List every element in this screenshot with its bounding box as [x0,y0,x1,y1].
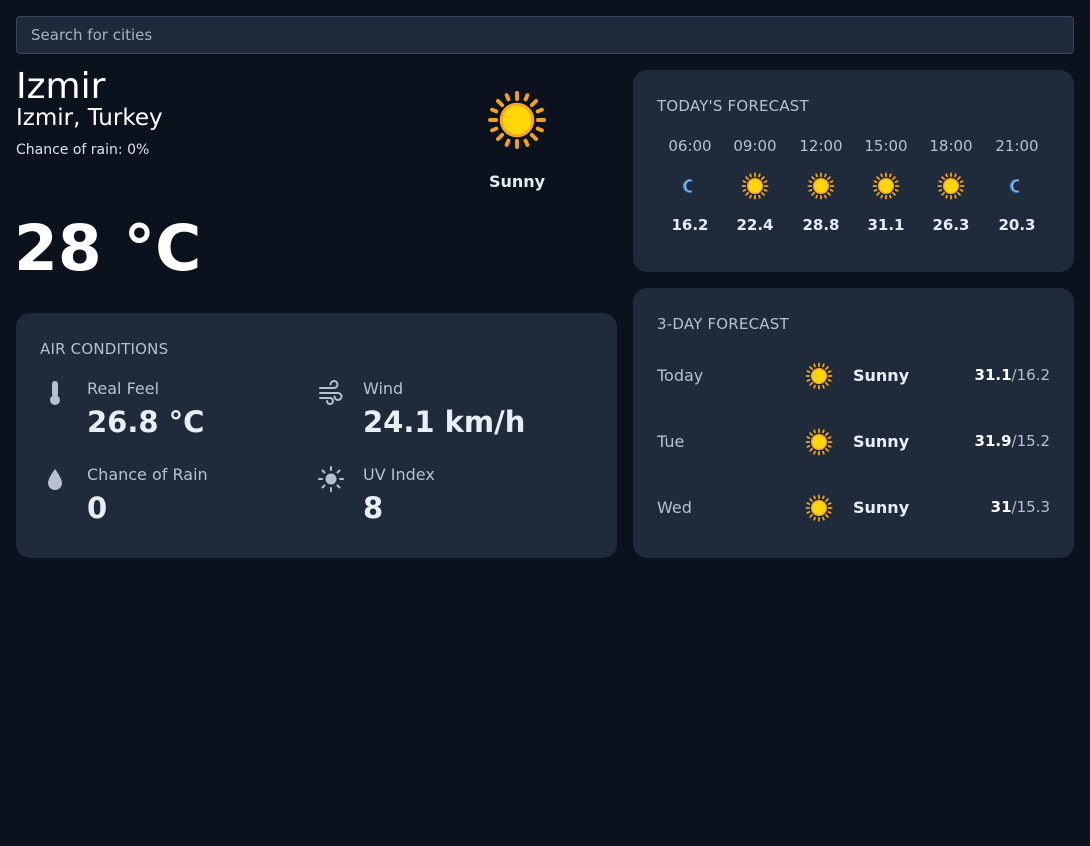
hour-temp: 20.3 [998,216,1036,234]
search-input[interactable] [29,25,1061,45]
thermometer-icon [50,381,60,405]
hour-time: 21:00 [995,137,1039,155]
uv-index-value: 8 [363,491,384,525]
hour-time: 12:00 [799,137,843,155]
hour-temp: 31.1 [867,216,905,234]
sun-icon [805,428,833,456]
hourly-forecast-item: 18:00 26.3 [921,136,981,234]
day-max-temp: 31.9 [974,432,1012,450]
city-location: Izmir, Turkey [16,105,163,131]
uv-index-label: UV Index [363,465,435,484]
todays-forecast-card: TODAY'S FORECAST 06:00 16.2 09:00 22.4 1… [633,70,1074,272]
daily-forecast-row: Wed Sunny 31/15.3 [633,492,1074,524]
sun-icon [807,172,835,200]
hour-time: 15:00 [864,137,908,155]
hourly-forecast-item: 15:00 31.1 [856,136,916,234]
daily-forecast-row: Tue Sunny 31.9/15.2 [633,426,1074,458]
day-name: Tue [657,432,685,451]
hour-temp: 28.8 [802,216,840,234]
air-conditions-title: AIR CONDITIONS [40,340,169,358]
moon-icon [1003,172,1031,200]
hourly-forecast-item: 21:00 20.3 [987,136,1047,234]
three-day-forecast-title: 3-DAY FORECAST [657,315,789,333]
day-min-temp: /15.3 [1011,498,1050,516]
chance-of-rain-label: Chance of Rain [87,465,208,484]
current-condition: Sunny [488,172,546,191]
real-feel-value: 26.8 °C [87,405,205,439]
wind-label: Wind [363,379,404,398]
day-temperatures: 31/15.3 [991,498,1050,516]
day-name: Wed [657,498,692,517]
day-max-temp: 31.1 [974,366,1012,384]
day-min-temp: /16.2 [1011,366,1050,384]
day-condition: Sunny [853,432,910,451]
sun-icon [805,362,833,390]
sun-icon [741,172,769,200]
sun-icon [805,494,833,522]
hourly-forecast-item: 06:00 16.2 [660,136,720,234]
sun-icon [872,172,900,200]
hour-time: 18:00 [929,137,973,155]
hour-time: 06:00 [668,137,712,155]
hourly-forecast-item: 09:00 22.4 [725,136,785,234]
hour-temp: 22.4 [736,216,774,234]
day-temperatures: 31.9/15.2 [975,432,1050,450]
city-name: Izmir [16,66,106,107]
air-conditions-card: AIR CONDITIONS Real Feel 26.8 °C Wind 24… [16,313,617,558]
day-temperatures: 31.1/16.2 [975,366,1050,384]
chance-of-rain-text: Chance of rain: 0% [16,142,150,158]
day-condition: Sunny [853,498,910,517]
day-condition: Sunny [853,366,910,385]
current-temperature: 28 °C [14,212,202,285]
sun-icon [487,90,547,150]
hour-time: 09:00 [733,137,777,155]
daily-forecast-row: Today Sunny 31.1/16.2 [633,360,1074,392]
search-bar[interactable] [16,16,1074,54]
real-feel-label: Real Feel [87,379,160,398]
hourly-forecast-item: 12:00 28.8 [791,136,851,234]
uv-sun-icon [318,466,344,492]
day-max-temp: 31 [990,498,1012,516]
hour-temp: 16.2 [671,216,709,234]
wind-icon [319,380,343,405]
day-min-temp: /15.2 [1011,432,1050,450]
three-day-forecast-card: 3-DAY FORECAST Today Sunny 31.1/16.2 Tue… [633,288,1074,558]
sun-icon [937,172,965,200]
hour-temp: 26.3 [932,216,970,234]
raindrop-icon [48,469,62,490]
day-name: Today [657,366,704,385]
moon-icon [676,172,704,200]
chance-of-rain-value: 0 [87,491,108,525]
todays-forecast-title: TODAY'S FORECAST [657,97,809,115]
wind-value: 24.1 km/h [363,405,526,439]
